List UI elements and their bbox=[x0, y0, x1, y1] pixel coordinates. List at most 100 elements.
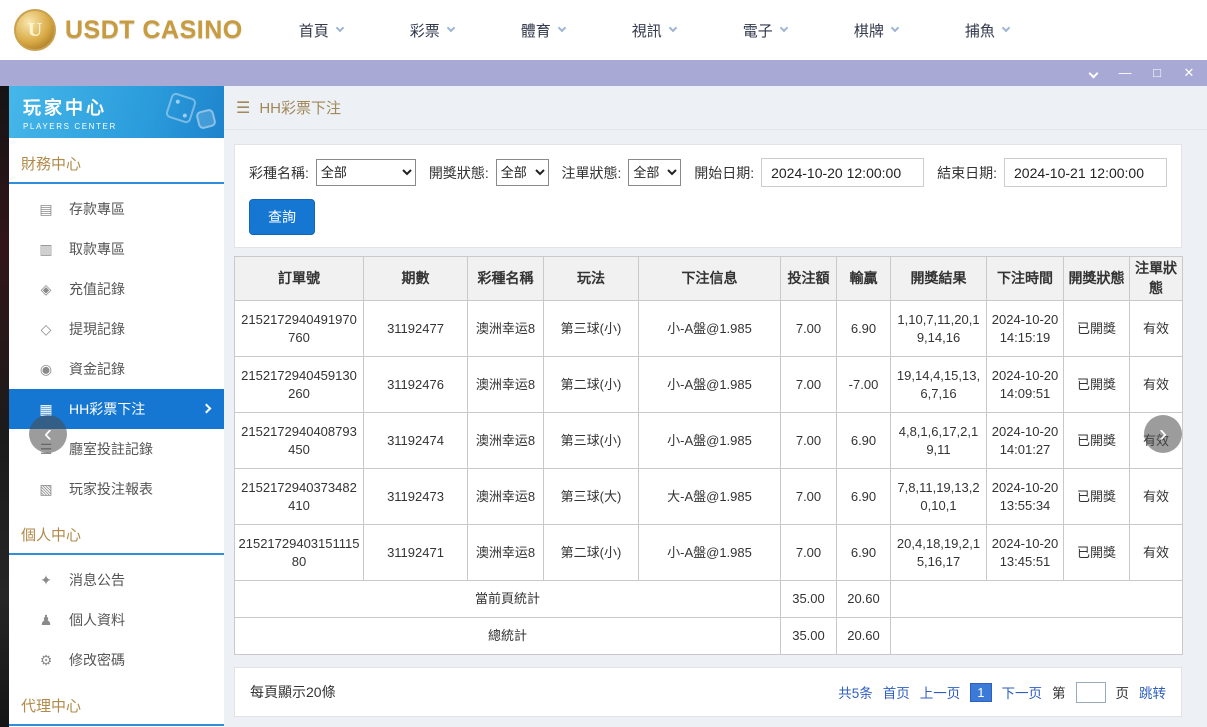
cell: 7.00 bbox=[781, 413, 837, 469]
carousel-right-arrow[interactable]: › bbox=[1144, 415, 1182, 453]
order-status-select[interactable]: 全部 bbox=[628, 159, 681, 186]
window-maximize-button[interactable]: □ bbox=[1149, 60, 1165, 86]
table-row: 2152172940315111580 31192471 澳洲幸运8 第二球(小… bbox=[235, 525, 1183, 581]
cell: 31192477 bbox=[364, 301, 468, 357]
cell: 已開獎 bbox=[1064, 301, 1130, 357]
cell: 2152172940491970760 bbox=[235, 301, 364, 357]
table-row: 2152172940408793450 31192474 澳洲幸运8 第三球(小… bbox=[235, 413, 1183, 469]
cell: 7.00 bbox=[781, 525, 837, 581]
draw-status-label: 開獎狀態: bbox=[429, 163, 489, 183]
section-agent-center: 代理中心 bbox=[9, 680, 224, 726]
table-footer: 每頁顯示20條 共5条 首页 上一页 1 下一页 第 页 跳转 bbox=[234, 667, 1182, 717]
window-collapse-button[interactable] bbox=[1085, 60, 1101, 86]
nav-label: 視訊 bbox=[632, 20, 662, 41]
end-date-input[interactable] bbox=[1004, 158, 1167, 187]
jump-button[interactable]: 跳转 bbox=[1139, 682, 1166, 702]
cell: 20,4,18,19,2,15,16,17 bbox=[891, 525, 987, 581]
chevron-left-icon: ‹ bbox=[44, 420, 52, 448]
cell: 7.00 bbox=[781, 301, 837, 357]
summary-bet-total: 35.00 bbox=[781, 581, 837, 618]
nav-item-live[interactable]: 視訊 bbox=[632, 20, 676, 41]
nav-item-lottery[interactable]: 彩票 bbox=[410, 20, 454, 41]
draw-status-select[interactable]: 全部 bbox=[496, 159, 549, 186]
sidebar-item-player-bet-report[interactable]: ▧ 玩家投注報表 bbox=[9, 469, 224, 509]
window-titlebar: — □ ✕ bbox=[0, 60, 1207, 86]
nav-item-home[interactable]: 首頁 bbox=[299, 20, 343, 41]
cell: 7,8,11,19,13,20,10,1 bbox=[891, 469, 987, 525]
sidebar-subtitle: PLAYERS CENTER bbox=[23, 122, 224, 131]
chevron-down-icon bbox=[1002, 24, 1010, 32]
summary-empty bbox=[891, 618, 1183, 655]
cell: 7.00 bbox=[781, 357, 837, 413]
sidebar-item-profile[interactable]: ♟ 個人資料 bbox=[9, 600, 224, 640]
cell: 第三球(大) bbox=[544, 469, 639, 525]
first-page-link[interactable]: 首页 bbox=[883, 682, 910, 702]
bets-table-card: 訂單號 期數 彩種名稱 玩法 下注信息 投注額 輸贏 開獎結果 下注時間 開獎狀… bbox=[234, 256, 1182, 655]
sidebar-item-funds-record[interactable]: ◉ 資金記錄 bbox=[9, 349, 224, 389]
next-page-link[interactable]: 下一页 bbox=[1002, 682, 1043, 702]
cell: 31192476 bbox=[364, 357, 468, 413]
section-finance-center: 財務中心 bbox=[9, 138, 224, 184]
nav-item-slots[interactable]: 電子 bbox=[743, 20, 787, 41]
current-page[interactable]: 1 bbox=[970, 683, 991, 702]
cell: 7.00 bbox=[781, 469, 837, 525]
cell: 已開獎 bbox=[1064, 413, 1130, 469]
page-size-text: 每頁顯示20條 bbox=[250, 682, 336, 702]
window-minimize-button[interactable]: — bbox=[1117, 60, 1133, 86]
withdraw-icon: ▥ bbox=[37, 241, 55, 258]
cell: 2024-10-20 13:45:51 bbox=[987, 525, 1064, 581]
cell: 4,8,1,6,17,2,19,11 bbox=[891, 413, 987, 469]
sidebar-item-recharge-record[interactable]: ◈ 充值記錄 bbox=[9, 269, 224, 309]
col-header-order-status: 注單狀態 bbox=[1130, 257, 1183, 301]
table-header-row: 訂單號 期數 彩種名稱 玩法 下注信息 投注額 輸贏 開獎結果 下注時間 開獎狀… bbox=[235, 257, 1183, 301]
cell: 有效 bbox=[1130, 469, 1183, 525]
bets-table: 訂單號 期數 彩種名稱 玩法 下注信息 投注額 輸贏 開獎結果 下注時間 開獎狀… bbox=[234, 256, 1183, 655]
main-nav: 首頁 彩票 體育 視訊 電子 棋牌 捕魚 bbox=[299, 20, 1009, 41]
col-header-bet-time: 下注時間 bbox=[987, 257, 1064, 301]
chevron-down-icon bbox=[336, 24, 344, 32]
cashout-record-icon: ◇ bbox=[37, 321, 55, 338]
cell: 31192474 bbox=[364, 413, 468, 469]
cell: 有效 bbox=[1130, 357, 1183, 413]
carousel-left-arrow[interactable]: ‹ bbox=[29, 415, 67, 453]
pagination: 共5条 首页 上一页 1 下一页 第 页 跳转 bbox=[838, 682, 1166, 703]
nav-item-fishing[interactable]: 捕魚 bbox=[965, 20, 1009, 41]
nav-item-board-games[interactable]: 棋牌 bbox=[854, 20, 898, 41]
cell: 澳洲幸运8 bbox=[468, 413, 544, 469]
player-bet-report-icon: ▧ bbox=[37, 481, 55, 498]
start-date-input[interactable] bbox=[761, 158, 924, 187]
logo-text: USDT CASINO bbox=[65, 16, 243, 45]
sidebar-item-label: 資金記錄 bbox=[69, 359, 125, 379]
cell: 2024-10-20 13:55:34 bbox=[987, 469, 1064, 525]
sidebar-item-label: 取款專區 bbox=[69, 239, 125, 259]
sidebar-item-announcements[interactable]: ✦ 消息公告 bbox=[9, 560, 224, 600]
page-jump-input[interactable] bbox=[1076, 682, 1106, 703]
sidebar-item-withdraw[interactable]: ▥ 取款專區 bbox=[9, 229, 224, 269]
background-edge-strip bbox=[0, 86, 9, 727]
sidebar-item-deposit[interactable]: ▤ 存款專區 bbox=[9, 189, 224, 229]
site-logo[interactable]: U USDT CASINO bbox=[0, 9, 243, 51]
menu-icon[interactable]: ☰ bbox=[236, 98, 250, 118]
players-center-banner: 玩家中心 PLAYERS CENTER bbox=[9, 86, 224, 138]
logo-monogram: U bbox=[28, 19, 42, 42]
search-button[interactable]: 查詢 bbox=[249, 199, 315, 235]
funds-record-icon: ◉ bbox=[37, 361, 55, 378]
nav-label: 電子 bbox=[743, 20, 773, 41]
cell: 2152172940315111580 bbox=[235, 525, 364, 581]
sidebar-item-label: 消息公告 bbox=[69, 570, 125, 590]
nav-item-sports[interactable]: 體育 bbox=[521, 20, 565, 41]
cell: 有效 bbox=[1130, 525, 1183, 581]
prev-page-link[interactable]: 上一页 bbox=[920, 682, 961, 702]
sidebar-item-change-password[interactable]: ⚙ 修改密碼 bbox=[9, 640, 224, 680]
window-close-button[interactable]: ✕ bbox=[1181, 60, 1197, 86]
col-header-draw-result: 開獎結果 bbox=[891, 257, 987, 301]
breadcrumb: ☰ HH彩票下注 bbox=[224, 86, 1207, 130]
cell: 大-A盤@1.985 bbox=[639, 469, 781, 525]
summary-label: 總統計 bbox=[235, 618, 781, 655]
sidebar-item-cashout-record[interactable]: ◇ 提現記錄 bbox=[9, 309, 224, 349]
sidebar-item-label: 提現記錄 bbox=[69, 319, 125, 339]
cell: 2024-10-20 14:01:27 bbox=[987, 413, 1064, 469]
cell: 2152172940373482410 bbox=[235, 469, 364, 525]
lottery-name-select[interactable]: 全部 bbox=[316, 159, 416, 186]
cell: 6.90 bbox=[837, 413, 891, 469]
